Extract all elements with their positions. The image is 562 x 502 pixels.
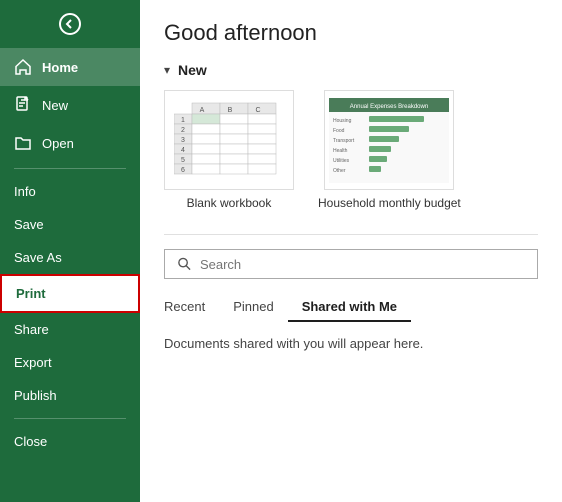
shared-empty-message: Documents shared with you will appear he… xyxy=(164,336,538,351)
svg-text:Utilities: Utilities xyxy=(333,158,350,164)
sidebar-item-info[interactable]: Info xyxy=(0,175,140,208)
sidebar-item-open[interactable]: Open xyxy=(0,124,140,162)
svg-text:Food: Food xyxy=(333,128,345,134)
search-input[interactable] xyxy=(200,257,525,272)
tab-pinned[interactable]: Pinned xyxy=(219,293,287,322)
svg-text:B: B xyxy=(228,107,233,114)
svg-text:C: C xyxy=(255,107,260,114)
new-section-title: New xyxy=(178,62,207,78)
sidebar-item-home[interactable]: Home xyxy=(0,48,140,86)
svg-text:3: 3 xyxy=(181,137,185,144)
svg-text:6: 6 xyxy=(181,167,185,174)
blank-workbook-label: Blank workbook xyxy=(187,196,272,210)
template-blank[interactable]: A B C 1 2 3 4 5 6 xyxy=(164,90,294,210)
sidebar-divider-2 xyxy=(14,418,126,419)
svg-text:Housing: Housing xyxy=(333,118,352,124)
sidebar-new-label: New xyxy=(42,98,68,113)
sidebar-divider-1 xyxy=(14,168,126,169)
svg-text:1: 1 xyxy=(181,117,185,124)
tab-recent[interactable]: Recent xyxy=(164,293,219,322)
sidebar-home-label: Home xyxy=(42,60,78,75)
svg-text:4: 4 xyxy=(181,147,185,154)
svg-text:2: 2 xyxy=(181,127,185,134)
home-icon xyxy=(14,58,32,76)
template-budget[interactable]: Annual Expenses Breakdown Housing Food T… xyxy=(318,90,461,210)
blank-grid-icon: A B C 1 2 3 4 5 6 xyxy=(174,98,284,183)
sidebar-item-close[interactable]: Close xyxy=(0,425,140,458)
search-bar[interactable] xyxy=(164,249,538,279)
svg-text:Health: Health xyxy=(333,148,348,154)
budget-label: Household monthly budget xyxy=(318,196,461,210)
back-icon xyxy=(58,12,82,36)
back-button[interactable] xyxy=(0,0,140,48)
greeting-heading: Good afternoon xyxy=(164,20,538,46)
sidebar-item-new[interactable]: New xyxy=(0,86,140,124)
sidebar-item-publish[interactable]: Publish xyxy=(0,379,140,412)
svg-text:Annual Expenses Breakdown: Annual Expenses Breakdown xyxy=(350,104,428,110)
svg-text:Other: Other xyxy=(333,168,346,174)
budget-chart-icon: Annual Expenses Breakdown Housing Food T… xyxy=(329,98,449,183)
sidebar-item-share[interactable]: Share xyxy=(0,313,140,346)
svg-text:A: A xyxy=(200,107,205,114)
sidebar: Home New Open Info Save Save As Print Sh… xyxy=(0,0,140,502)
search-icon xyxy=(177,256,192,272)
section-divider xyxy=(164,234,538,235)
sidebar-open-label: Open xyxy=(42,136,74,151)
svg-text:Transport: Transport xyxy=(333,138,355,144)
tab-shared[interactable]: Shared with Me xyxy=(288,293,411,322)
templates-row: A B C 1 2 3 4 5 6 xyxy=(164,90,538,210)
svg-text:5: 5 xyxy=(181,157,185,164)
new-section-header: ▾ New xyxy=(164,62,538,78)
blank-workbook-thumb: A B C 1 2 3 4 5 6 xyxy=(164,90,294,190)
new-icon xyxy=(14,96,32,114)
sidebar-item-export[interactable]: Export xyxy=(0,346,140,379)
sidebar-item-save[interactable]: Save xyxy=(0,208,140,241)
open-icon xyxy=(14,134,32,152)
chevron-down-icon[interactable]: ▾ xyxy=(164,63,170,77)
sidebar-item-print[interactable]: Print xyxy=(0,274,140,313)
tabs-row: Recent Pinned Shared with Me xyxy=(164,293,538,322)
budget-thumb: Annual Expenses Breakdown Housing Food T… xyxy=(324,90,454,190)
main-content: Good afternoon ▾ New xyxy=(140,0,562,502)
sidebar-item-save-as[interactable]: Save As xyxy=(0,241,140,274)
